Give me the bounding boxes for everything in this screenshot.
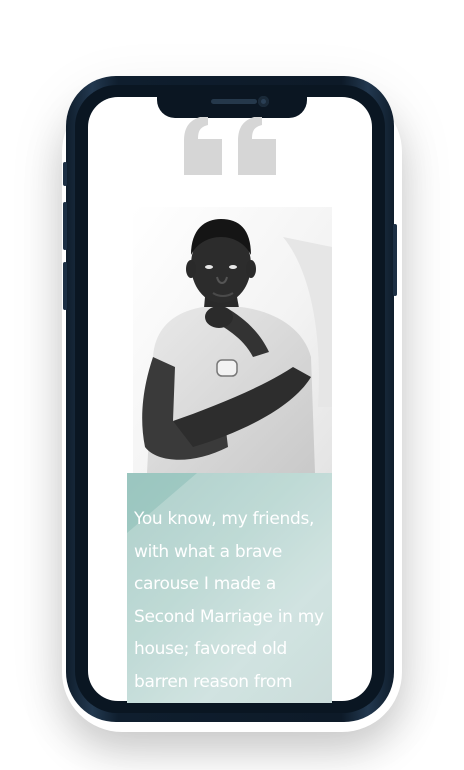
testimonial-quote: You know, my friends, with what a brave …: [134, 509, 324, 692]
power-button: [393, 224, 397, 296]
front-camera: [258, 96, 269, 107]
volume-up-button: [63, 202, 67, 250]
volume-down-button: [63, 262, 67, 310]
person-portrait: [133, 207, 332, 473]
testimonial-card: You know, my friends, with what a brave …: [127, 473, 332, 703]
mute-switch: [63, 162, 67, 186]
phone-notch: [157, 90, 307, 118]
quote-mark-icon: [184, 117, 276, 175]
earpiece-speaker: [211, 99, 257, 104]
